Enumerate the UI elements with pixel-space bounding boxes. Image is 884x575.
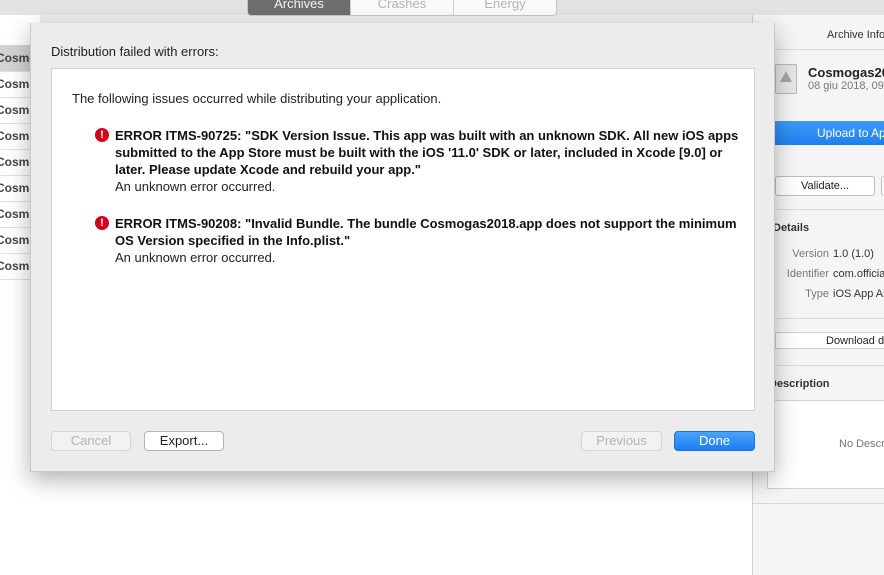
validate-button[interactable]: Validate... xyxy=(775,176,875,196)
detail-key: Type xyxy=(805,288,829,300)
detail-value: com.official xyxy=(833,268,884,280)
description-placeholder: No Description xyxy=(839,438,884,450)
error-icon: ! xyxy=(95,216,109,230)
inspector-title: Archive Info xyxy=(827,29,884,41)
error-message: ERROR ITMS-90725: "SDK Version Issue. Th… xyxy=(115,128,739,177)
segmented-control: Archives Crashes Energy xyxy=(247,0,557,16)
error-icon: ! xyxy=(95,128,109,142)
main-area xyxy=(40,470,752,575)
done-button[interactable]: Done xyxy=(674,431,755,451)
export-button[interactable]: Export... xyxy=(144,431,224,451)
description-heading: Description xyxy=(769,378,830,390)
sheet-title: Distribution failed with errors: xyxy=(51,44,219,59)
distribution-error-sheet: Distribution failed with errors: The fol… xyxy=(30,23,775,472)
error-detail: An unknown error occurred. xyxy=(115,250,276,265)
issues-panel: The following issues occurred while dist… xyxy=(51,68,755,411)
upload-button[interactable]: Upload to App Store... xyxy=(775,121,884,145)
tab-energy[interactable]: Energy xyxy=(453,0,556,15)
divider xyxy=(753,503,884,504)
error-item: ! ERROR ITMS-90208: "Invalid Bundle. The… xyxy=(95,215,740,266)
detail-key: Version xyxy=(792,248,829,260)
error-message: ERROR ITMS-90208: "Invalid Bundle. The b… xyxy=(115,216,737,248)
tab-crashes[interactable]: Crashes xyxy=(350,0,453,15)
divider xyxy=(775,318,884,319)
divider xyxy=(775,365,884,366)
toolbar: Archives Crashes Energy xyxy=(0,0,884,16)
app-date: 08 giu 2018, 09 xyxy=(808,80,884,92)
error-detail: An unknown error occurred. xyxy=(115,179,276,194)
previous-button[interactable]: Previous xyxy=(581,431,662,451)
detail-key: Identifier xyxy=(786,268,829,280)
download-dsyms-button[interactable]: Download dSYMs... xyxy=(775,332,884,349)
tab-archives[interactable]: Archives xyxy=(248,0,350,15)
intro-text: The following issues occurred while dist… xyxy=(72,91,442,106)
detail-value: 1.0 (1.0) xyxy=(833,248,874,260)
error-item: ! ERROR ITMS-90725: "SDK Version Issue. … xyxy=(95,127,740,195)
cancel-button[interactable]: Cancel xyxy=(51,431,131,451)
archive-icon xyxy=(775,64,797,94)
details-heading: Details xyxy=(773,222,810,234)
app-name: Cosmogas2018 xyxy=(808,65,884,80)
detail-value: iOS App Archive xyxy=(833,288,884,300)
divider xyxy=(775,209,884,210)
